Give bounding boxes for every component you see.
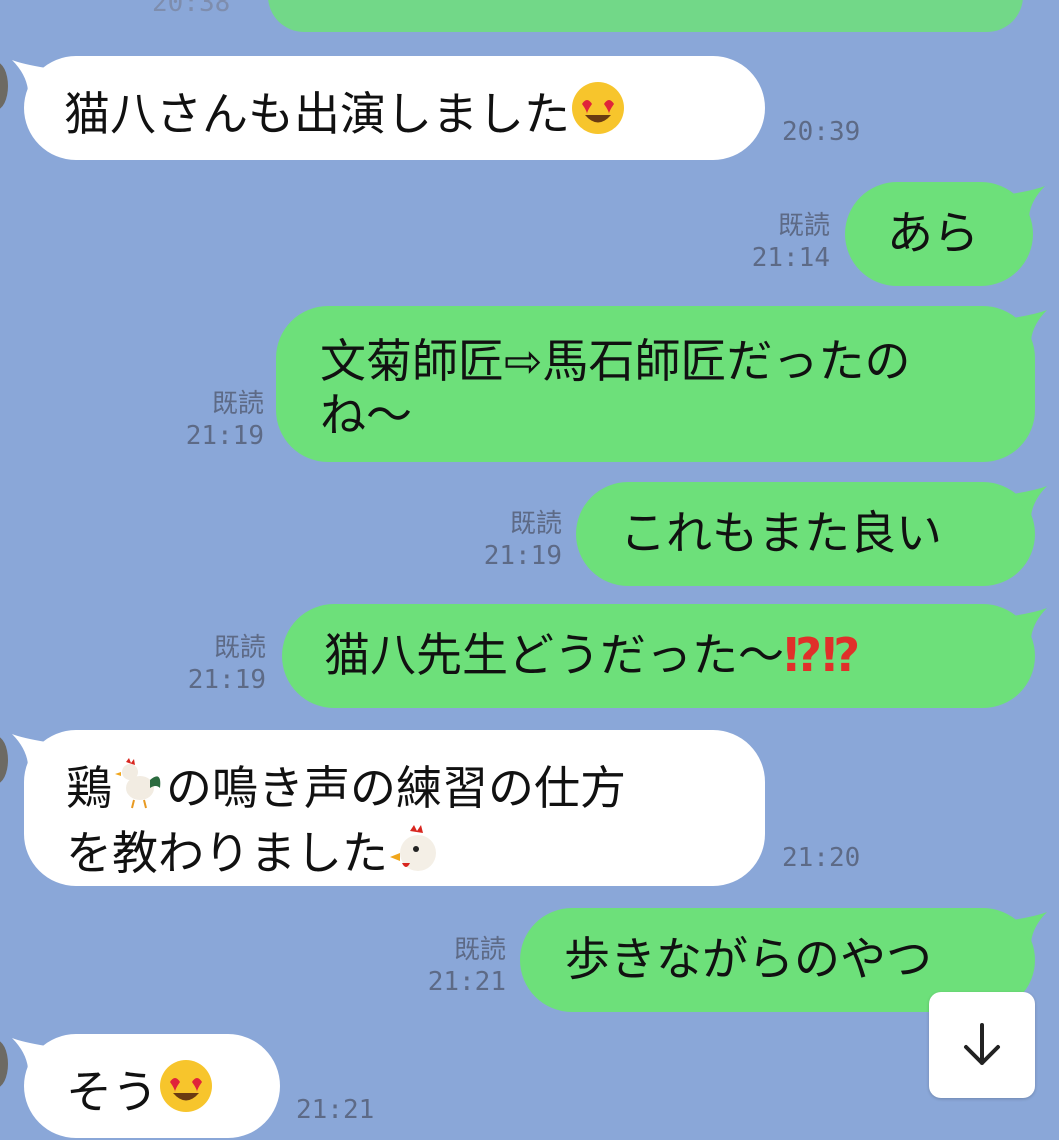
message-meta: 既読 21:21 — [402, 934, 506, 998]
message-bubble-incoming[interactable]: そう — [12, 1034, 280, 1138]
message-time: 21:21 — [296, 1095, 375, 1125]
bubble-tail — [1011, 186, 1045, 216]
avatar[interactable] — [0, 1040, 8, 1088]
rooster-icon — [112, 756, 166, 821]
read-receipt: 既読 — [453, 935, 506, 965]
message-bubble-outgoing[interactable]: あら — [845, 182, 1045, 286]
message-time: 21:19 — [187, 665, 266, 695]
avatar[interactable] — [0, 62, 8, 110]
message-text: 猫八さんも出演しました — [64, 87, 570, 141]
message-time: 21:14 — [751, 243, 830, 273]
message-bubble-outgoing[interactable]: これもまた良い — [576, 482, 1047, 586]
partial-time: 20:38 — [152, 0, 231, 18]
message-meta: 既読 21:19 — [458, 508, 562, 572]
arrow-down-icon — [964, 1023, 1000, 1065]
avatar[interactable] — [0, 736, 8, 784]
message-meta: 既読 21:19 — [160, 388, 264, 452]
partial-outgoing-bubble — [268, 0, 1023, 32]
chat-area: 20:38 猫八さんも出演しました 20:39 既読 21:14 あら 既読 2… — [0, 0, 1059, 1140]
message-text: これもまた良い — [620, 506, 942, 560]
bubble-tail — [1013, 912, 1047, 942]
message-bubble-incoming[interactable]: 猫八さんも出演しました — [12, 56, 765, 160]
message-text: 歩きながらのやつ — [564, 932, 932, 986]
bubble-tail — [1013, 486, 1047, 516]
smiling-face-with-heart-eyes-icon — [158, 1058, 214, 1125]
message-time: 21:19 — [185, 421, 264, 451]
bubble-tail — [12, 1038, 46, 1068]
message-meta: 21:20 — [782, 842, 860, 874]
message-time: 21:21 — [427, 967, 506, 997]
message-text-line: 文菊師匠⇨馬石師匠だったの — [320, 334, 911, 388]
read-receipt: 既読 — [213, 633, 266, 663]
scroll-to-bottom-button[interactable] — [929, 992, 1035, 1098]
bubble-tail — [1013, 310, 1047, 340]
message-meta: 21:21 — [296, 1094, 374, 1126]
bubble-tail — [12, 734, 46, 764]
message-text: の鳴き声の練習の仕方 — [166, 761, 626, 815]
message-time: 21:20 — [782, 843, 861, 873]
chicken-face-icon — [388, 821, 442, 886]
message-bubble-outgoing[interactable]: 文菊師匠⇨馬石師匠だったの ね〜 — [276, 306, 1047, 462]
message-text: 猫八先生どうだった〜 — [324, 628, 784, 682]
bubble-tail — [1013, 608, 1047, 638]
message-meta: 20:39 — [782, 116, 860, 148]
read-receipt: 既読 — [509, 509, 562, 539]
smiling-face-with-heart-eyes-icon — [570, 80, 626, 147]
message-bubble-incoming[interactable]: 鶏 の鳴き声の練習の仕方 を教わりました — [12, 730, 765, 886]
message-time: 20:39 — [782, 117, 861, 147]
read-receipt: 既読 — [211, 389, 264, 419]
message-text: 鶏 — [66, 761, 112, 815]
message-meta: 既読 21:19 — [162, 632, 266, 696]
message-text: を教わりました — [66, 826, 388, 880]
message-time: 21:19 — [483, 541, 562, 571]
read-receipt: 既読 — [777, 211, 830, 241]
exclamation-question-mark-icon: ⁉⁉ — [784, 628, 861, 682]
bubble-tail — [12, 60, 46, 90]
message-bubble-outgoing[interactable]: 猫八先生どうだった〜⁉⁉ — [282, 604, 1047, 708]
message-meta: 既読 21:14 — [730, 210, 830, 274]
message-text-line: ね〜 — [320, 388, 412, 442]
message-text: そう — [66, 1065, 158, 1119]
message-text: あら — [887, 206, 979, 260]
